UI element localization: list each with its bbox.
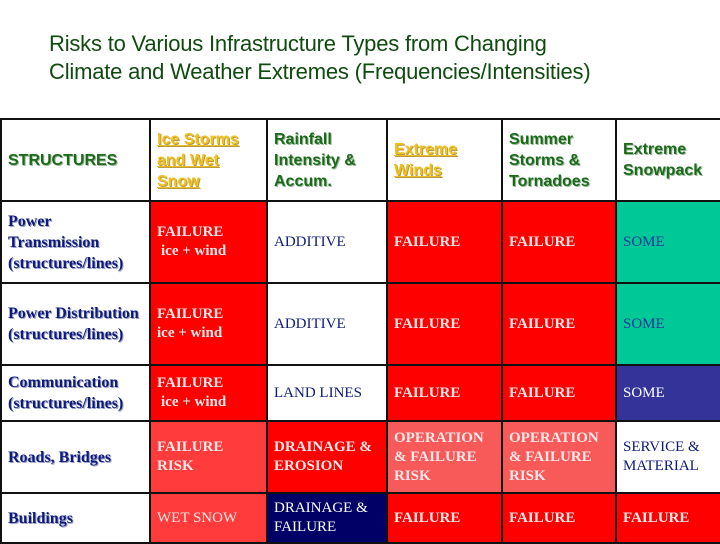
row-header-buildings: Buildings	[0, 492, 151, 544]
risk-cell: FAILURE	[386, 492, 503, 544]
risk-cell: FAILURE	[386, 282, 503, 366]
risk-cell: FAILURE	[501, 492, 617, 544]
risk-table: STRUCTURES Ice Storms and Wet Snow Rainf…	[0, 118, 720, 544]
title-line-1: Risks to Various Infrastructure Types fr…	[49, 31, 547, 56]
risk-cell: SOME	[615, 282, 720, 366]
table-row: Buildings WET SNOW DRAINAGE & FAILURE FA…	[0, 492, 720, 544]
risk-cell: OPERATION & FAILURE RISK	[386, 420, 503, 494]
header-structures: STRUCTURES	[0, 118, 151, 202]
risk-label: FAILURE	[157, 306, 224, 322]
table-row: Roads, Bridges FAILURE RISK DRAINAGE & E…	[0, 420, 720, 494]
risk-cell: FAILURE	[386, 200, 503, 284]
risk-detail: ice + wind	[161, 243, 227, 259]
risk-cell: ADDITIVE	[266, 282, 388, 366]
risk-cell: FAILURE	[501, 282, 617, 366]
risk-cell: FAILURE ice + wind	[149, 200, 268, 284]
risk-cell: FAILURE ice + wind	[149, 282, 268, 366]
header-row: STRUCTURES Ice Storms and Wet Snow Rainf…	[0, 118, 720, 202]
title-line-2: Climate and Weather Extremes (Frequencie…	[49, 59, 591, 84]
risk-cell: FAILURE RISK	[149, 420, 268, 494]
table-row: Power Transmission (structures/lines) FA…	[0, 200, 720, 284]
risk-label: FAILURE	[157, 375, 224, 391]
risk-cell: SOME	[615, 200, 720, 284]
row-header-power-distribution: Power Distribution (structures/lines)	[0, 282, 151, 366]
risk-detail: ice + wind	[161, 394, 227, 410]
risk-cell: FAILURE	[615, 492, 720, 544]
risk-cell: ADDITIVE	[266, 200, 388, 284]
risk-cell: SERVICE & MATERIAL	[615, 420, 720, 494]
risk-cell: FAILURE	[501, 364, 617, 422]
header-extreme-winds-link[interactable]: Extreme Winds	[386, 118, 503, 202]
row-header-communication: Communication (structures/lines)	[0, 364, 151, 422]
risk-label: FAILURE	[157, 224, 224, 240]
risk-cell: DRAINAGE & FAILURE	[266, 492, 388, 544]
risk-cell: OPERATION & FAILURE RISK	[501, 420, 617, 494]
risk-cell: DRAINAGE & EROSION	[266, 420, 388, 494]
header-ice-storms-link[interactable]: Ice Storms and Wet Snow	[149, 118, 268, 202]
header-extreme-snowpack: Extreme Snowpack	[615, 118, 720, 202]
row-header-power-transmission: Power Transmission (structures/lines)	[0, 200, 151, 284]
risk-detail: ice + wind	[157, 325, 223, 341]
header-rainfall: Rainfall Intensity & Accum.	[266, 118, 388, 202]
risk-cell: FAILURE	[501, 200, 617, 284]
table-row: Communication (structures/lines) FAILURE…	[0, 364, 720, 422]
risk-cell: LAND LINES	[266, 364, 388, 422]
risk-cell: FAILURE ice + wind	[149, 364, 268, 422]
header-summer-storms: Summer Storms & Tornadoes	[501, 118, 617, 202]
risk-cell: WET SNOW	[149, 492, 268, 544]
slide-title: Risks to Various Infrastructure Types fr…	[49, 30, 709, 86]
row-header-roads-bridges: Roads, Bridges	[0, 420, 151, 494]
risk-cell: FAILURE	[386, 364, 503, 422]
risk-cell: SOME	[615, 364, 720, 422]
table-row: Power Distribution (structures/lines) FA…	[0, 282, 720, 366]
